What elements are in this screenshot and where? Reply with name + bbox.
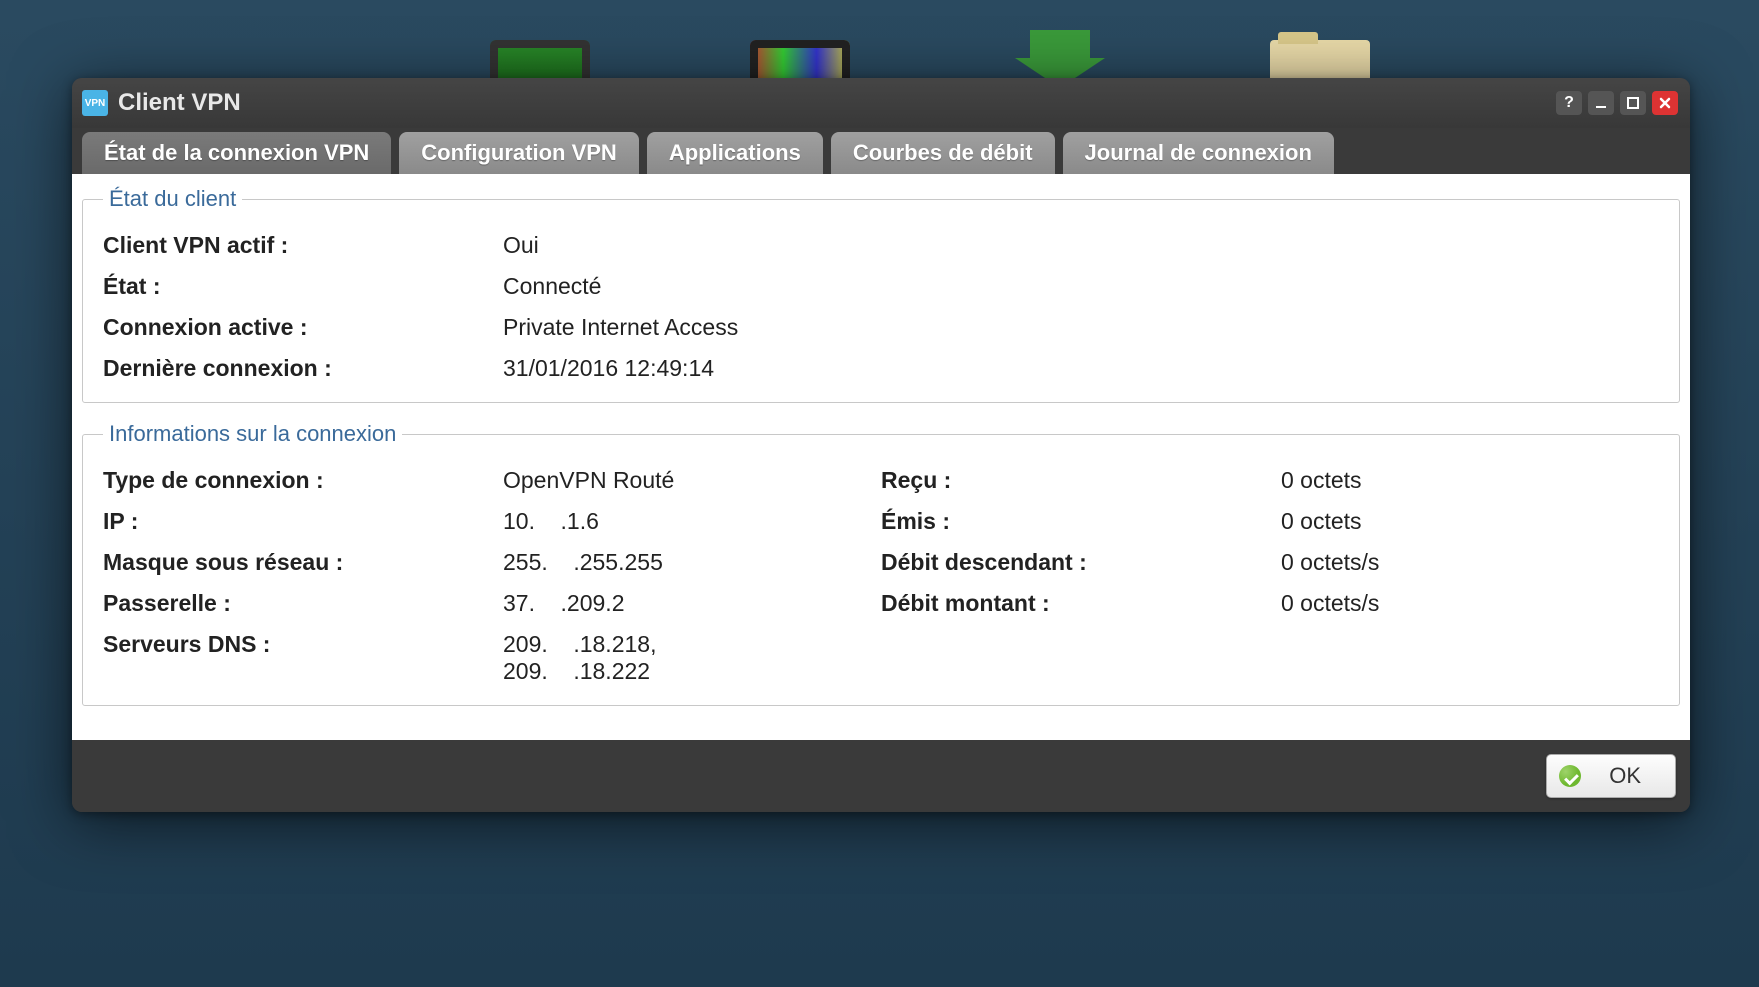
info-value: 255. .255.255 bbox=[503, 549, 663, 576]
info-label: Reçu : bbox=[881, 467, 1281, 494]
status-label: Client VPN actif : bbox=[103, 232, 503, 259]
info-row: Émis : 0 octets bbox=[881, 508, 1659, 535]
info-label: Serveurs DNS : bbox=[103, 631, 503, 658]
close-icon bbox=[1658, 96, 1672, 110]
status-row: État : Connecté bbox=[103, 273, 1659, 300]
info-label: Passerelle : bbox=[103, 590, 503, 617]
close-button[interactable] bbox=[1652, 91, 1678, 115]
info-row: Masque sous réseau : 255. .255.255 bbox=[103, 549, 881, 576]
status-label: Dernière connexion : bbox=[103, 355, 503, 382]
tab-bar: État de la connexion VPN Configuration V… bbox=[72, 128, 1690, 174]
info-value: 209. .18.218, 209. .18.222 bbox=[503, 631, 656, 685]
connection-info-left-column: Type de connexion : OpenVPN Routé IP : 1… bbox=[103, 461, 881, 685]
info-row: IP : 10. .1.6 bbox=[103, 508, 881, 535]
tab-applications[interactable]: Applications bbox=[647, 132, 823, 174]
content-area: État du client Client VPN actif : Oui Ét… bbox=[72, 174, 1690, 740]
status-row: Client VPN actif : Oui bbox=[103, 232, 1659, 259]
info-value: OpenVPN Routé bbox=[503, 467, 674, 494]
info-value: 0 octets/s bbox=[1281, 549, 1379, 576]
maximize-button[interactable] bbox=[1620, 91, 1646, 115]
info-value: 0 octets/s bbox=[1281, 590, 1379, 617]
info-row: Passerelle : 37. .209.2 bbox=[103, 590, 881, 617]
status-label: État : bbox=[103, 273, 503, 300]
info-label: Masque sous réseau : bbox=[103, 549, 503, 576]
tab-configuration[interactable]: Configuration VPN bbox=[399, 132, 639, 174]
tab-connection-state[interactable]: État de la connexion VPN bbox=[82, 132, 391, 174]
connection-info-legend: Informations sur la connexion bbox=[103, 421, 402, 447]
maximize-icon bbox=[1626, 96, 1640, 110]
info-row: Type de connexion : OpenVPN Routé bbox=[103, 467, 881, 494]
checkmark-icon bbox=[1559, 765, 1581, 787]
connection-info-right-column: Reçu : 0 octets Émis : 0 octets Débit de… bbox=[881, 461, 1659, 685]
vpn-client-window: VPN Client VPN ? État de la connexion VP… bbox=[72, 78, 1690, 812]
info-label: IP : bbox=[103, 508, 503, 535]
tab-connection-log[interactable]: Journal de connexion bbox=[1063, 132, 1334, 174]
window-controls: ? bbox=[1556, 91, 1678, 115]
status-row: Dernière connexion : 31/01/2016 12:49:14 bbox=[103, 355, 1659, 382]
info-value: 0 octets bbox=[1281, 467, 1362, 494]
status-label: Connexion active : bbox=[103, 314, 503, 341]
info-row: Serveurs DNS : 209. .18.218, 209. .18.22… bbox=[103, 631, 881, 685]
client-status-group: État du client Client VPN actif : Oui Ét… bbox=[82, 186, 1680, 403]
status-value: Private Internet Access bbox=[503, 314, 738, 341]
status-row: Connexion active : Private Internet Acce… bbox=[103, 314, 1659, 341]
ok-button-label: OK bbox=[1609, 763, 1641, 789]
titlebar: VPN Client VPN ? bbox=[72, 78, 1690, 128]
tab-bandwidth-curves[interactable]: Courbes de débit bbox=[831, 132, 1055, 174]
info-label: Débit montant : bbox=[881, 590, 1281, 617]
status-value: Oui bbox=[503, 232, 539, 259]
ok-button[interactable]: OK bbox=[1546, 754, 1676, 798]
info-value: 37. .209.2 bbox=[503, 590, 624, 617]
window-title: Client VPN bbox=[118, 89, 1556, 117]
connection-info-group: Informations sur la connexion Type de co… bbox=[82, 421, 1680, 706]
minimize-icon bbox=[1594, 96, 1608, 110]
info-value: 10. .1.6 bbox=[503, 508, 599, 535]
app-icon: VPN bbox=[82, 90, 108, 116]
info-row: Reçu : 0 octets bbox=[881, 467, 1659, 494]
info-label: Émis : bbox=[881, 508, 1281, 535]
help-button[interactable]: ? bbox=[1556, 91, 1582, 115]
info-row: Débit montant : 0 octets/s bbox=[881, 590, 1659, 617]
info-value: 0 octets bbox=[1281, 508, 1362, 535]
info-label: Débit descendant : bbox=[881, 549, 1281, 576]
status-value: 31/01/2016 12:49:14 bbox=[503, 355, 714, 382]
minimize-button[interactable] bbox=[1588, 91, 1614, 115]
info-label: Type de connexion : bbox=[103, 467, 503, 494]
status-value: Connecté bbox=[503, 273, 601, 300]
info-row: Débit descendant : 0 octets/s bbox=[881, 549, 1659, 576]
client-status-legend: État du client bbox=[103, 186, 242, 212]
footer: OK bbox=[72, 740, 1690, 812]
